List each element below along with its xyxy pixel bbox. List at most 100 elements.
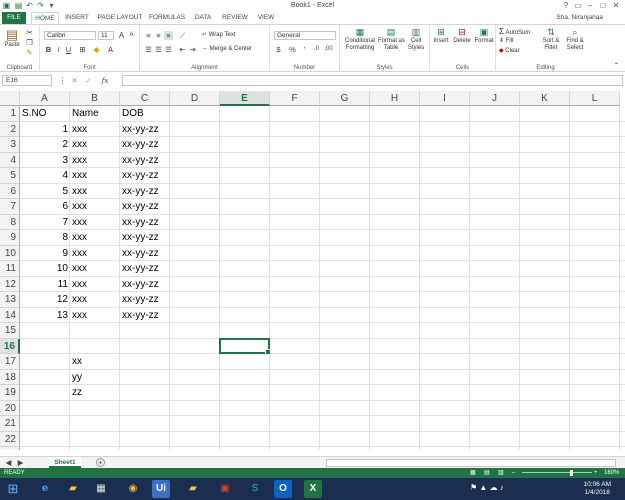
data-cell[interactable]: xx-yy-zz [122,277,168,293]
minimize-icon[interactable]: – [584,1,596,11]
page-layout-view-icon[interactable]: ▤ [484,468,490,478]
zoom-slider[interactable] [522,472,592,473]
data-cell[interactable]: xxx [72,199,118,215]
data-cell[interactable]: zz [72,385,118,401]
cell-styles-button[interactable]: ▥ Cell Styles [406,27,426,52]
row-header-1[interactable]: 1 [0,106,20,122]
maximize-icon[interactable]: □ [597,1,609,11]
header-cell[interactable]: Name [72,106,118,122]
data-cell[interactable]: 12 [22,292,68,308]
data-cell[interactable]: xxx [72,184,118,200]
cut-icon[interactable]: ✂ [25,28,34,37]
row-header-8[interactable]: 8 [0,214,20,230]
column-header-d[interactable]: D [170,91,220,106]
percent-button[interactable]: % [288,45,297,54]
decrease-indent-icon[interactable]: ⇤ [178,45,187,54]
data-cell[interactable]: 5 [22,184,68,200]
worksheet-grid[interactable]: ABCDEFGHIJKL 1 2 3 4 5 6 7 8 9 10 11 12 13 14 15 16 17 18… [0,91,625,450]
insert-function-button[interactable]: fx [98,76,112,85]
column-header-k[interactable]: K [520,91,570,106]
insert-cells-button[interactable]: ⊞ Insert [432,27,450,45]
fill-button[interactable]: ⬇ Fill [499,38,513,45]
data-cell[interactable]: xxx [72,261,118,277]
grow-font-button[interactable]: A [117,31,126,40]
data-cell[interactable]: 10 [22,261,68,277]
data-cell[interactable]: xxx [72,292,118,308]
data-cell[interactable]: xx-yy-zz [122,199,168,215]
row-header-7[interactable]: 7 [0,199,20,215]
orientation-icon[interactable]: ⟋ [178,31,187,40]
app-icon[interactable]: ▦ [92,480,110,498]
data-cell[interactable]: 3 [22,153,68,169]
row-header-6[interactable]: 6 [0,183,20,199]
header-cell[interactable]: S.NO [22,106,68,122]
close-icon[interactable]: ✕ [610,1,622,11]
row-header-4[interactable]: 4 [0,152,20,168]
data-cell[interactable]: xx-yy-zz [122,215,168,231]
tab-insert[interactable]: INSERT [63,12,91,24]
outlook-icon[interactable]: O [274,480,292,498]
shrink-font-button[interactable]: A [127,31,136,40]
column-header-f[interactable]: F [270,91,320,106]
data-cell[interactable]: 4 [22,168,68,184]
increase-indent-icon[interactable]: ⇥ [188,45,197,54]
column-header-c[interactable]: C [120,91,170,106]
conditional-formatting-button[interactable]: ▦ Conditional Formatting [343,27,377,52]
align-right-icon[interactable]: ☰ [164,45,173,54]
row-header-5[interactable]: 5 [0,168,20,184]
tab-review[interactable]: REVIEW [221,12,249,24]
borders-icon[interactable]: ⊞ [78,45,87,54]
fill-color-icon[interactable]: ◆ [92,45,101,54]
data-cell[interactable]: xx-yy-zz [122,122,168,138]
data-cell[interactable]: 9 [22,246,68,262]
active-cell-e16[interactable] [219,337,271,355]
row-header-19[interactable]: 19 [0,385,20,401]
format-cells-button[interactable]: ▣ Format [474,27,494,45]
align-bottom-icon[interactable]: ≡ [164,31,173,40]
data-cell[interactable]: 13 [22,308,68,324]
internet-explorer-icon[interactable]: e [36,480,54,498]
data-cell[interactable]: xx-yy-zz [122,184,168,200]
data-cell[interactable]: xx-yy-zz [122,292,168,308]
data-cell[interactable]: xx-yy-zz [122,230,168,246]
tab-file[interactable]: FILE [2,12,26,24]
next-sheet-icon[interactable]: ▶ [16,458,25,467]
row-header-3[interactable]: 3 [0,137,20,153]
row-header-22[interactable]: 22 [0,431,20,447]
align-top-icon[interactable]: ≡ [144,31,153,40]
help-icon[interactable]: ? [560,1,572,11]
zoom-out-icon[interactable]: – [512,468,515,478]
row-header-2[interactable]: 2 [0,121,20,137]
zoom-in-icon[interactable]: + [594,468,598,478]
select-all-corner[interactable] [0,91,20,106]
skype-icon[interactable]: S [246,480,264,498]
column-header-b[interactable]: B [70,91,120,106]
autosum-button[interactable]: Σ AutoSum [499,28,530,37]
align-left-icon[interactable]: ☰ [144,45,153,54]
data-cell[interactable]: xxx [72,122,118,138]
formula-input[interactable] [122,75,623,86]
tab-page-layout[interactable]: PAGE LAYOUT [97,12,143,24]
prev-sheet-icon[interactable]: ◀ [4,458,13,467]
data-cell[interactable]: xx-yy-zz [122,261,168,277]
tab-formulas[interactable]: FORMULAS [148,12,186,24]
row-header-20[interactable]: 20 [0,400,20,416]
column-header-h[interactable]: H [370,91,420,106]
data-cell[interactable]: 11 [22,277,68,293]
user-name[interactable]: Sha, Niranjanaa [556,12,603,24]
copy-icon[interactable]: ❐ [25,38,34,47]
folder-icon[interactable]: ▰ [184,480,202,498]
data-cell[interactable]: xx-yy-zz [122,246,168,262]
row-header-17[interactable]: 17 [0,354,20,370]
row-header-9[interactable]: 9 [0,230,20,246]
presentation-icon[interactable]: ▣ [216,480,234,498]
data-cell[interactable]: xx [72,354,118,370]
data-cell[interactable]: 7 [22,215,68,231]
column-header-a[interactable]: A [20,91,70,106]
data-cell[interactable]: xx-yy-zz [122,153,168,169]
data-cell[interactable]: 8 [22,230,68,246]
horizontal-scrollbar[interactable] [326,459,616,467]
data-cell[interactable]: xxx [72,168,118,184]
row-header-14[interactable]: 14 [0,307,20,323]
column-header-e[interactable]: E [220,91,270,106]
